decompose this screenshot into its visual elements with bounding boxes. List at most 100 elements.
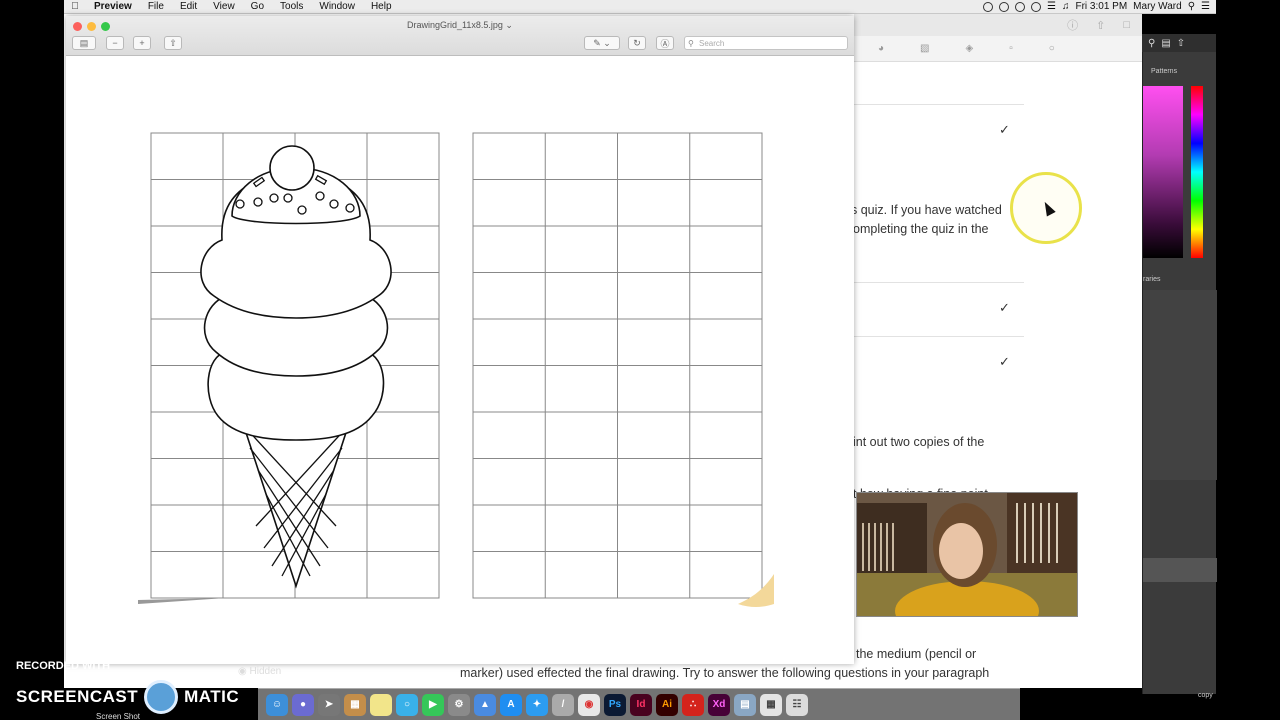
launchpad-icon[interactable]: ●: [292, 693, 314, 716]
markup-pen-button[interactable]: ✎ ⌄: [584, 36, 620, 50]
app-store-icon[interactable]: A: [500, 693, 522, 716]
eye-off-icon: ◉: [238, 666, 247, 677]
libraries-tab[interactable]: raries: [1143, 276, 1161, 283]
toolbar-icon-3[interactable]: ◈: [966, 43, 974, 54]
finder-icon[interactable]: ☺: [266, 693, 288, 716]
chrome-icon[interactable]: ◉: [578, 693, 600, 716]
watermark-right: MATIC: [184, 687, 240, 706]
status-record-icon[interactable]: [983, 1, 994, 12]
stickies-icon[interactable]: [370, 693, 392, 716]
menu-edit[interactable]: Edit: [172, 1, 205, 12]
page-text-line: the medium (pencil or: [856, 647, 977, 661]
status-bookmark-icon[interactable]: [1015, 1, 1026, 12]
menu-clock[interactable]: Fri 3:01 PM: [1075, 1, 1127, 12]
preferences-icon[interactable]: ⚙: [448, 693, 470, 716]
sprinkle: [329, 199, 339, 209]
browser-tabs-icon[interactable]: □: [1123, 19, 1130, 31]
layout-icon[interactable]: ▤: [1161, 38, 1170, 49]
webcam-image: [857, 493, 1077, 616]
apple-menu-icon[interactable]: : [64, 1, 86, 12]
browser-info-icon[interactable]: ⓘ: [1067, 17, 1078, 33]
browser-toolbar: ◕ ▧ ◈ ▫ ○: [854, 36, 1142, 62]
menu-bar:  Preview File Edit View Go Tools Window…: [64, 0, 1216, 14]
status-sync-icon[interactable]: [999, 1, 1010, 12]
desktop-copy-label[interactable]: copy: [1198, 692, 1213, 699]
photoshop-icon[interactable]: Ps: [604, 693, 626, 716]
notes-icon[interactable]: ▦: [344, 693, 366, 716]
sprinkle: [235, 199, 245, 209]
share-button[interactable]: ⇧: [164, 36, 182, 50]
checkmark-icon: ✓: [999, 122, 1010, 137]
browser-tab-strip: ⓘ ⇧ □: [854, 14, 1142, 36]
color-field[interactable]: [1143, 86, 1183, 258]
keynote-icon[interactable]: ▲: [474, 693, 496, 716]
document-canvas: [66, 56, 854, 664]
spotlight-icon[interactable]: ⚲: [1188, 1, 1195, 12]
volume-icon[interactable]: ♫: [1062, 1, 1070, 12]
hidden-label: ◉ Hidden: [238, 666, 281, 677]
checkmark-icon: ✓: [999, 300, 1010, 315]
divider: [854, 336, 1024, 337]
menu-tools[interactable]: Tools: [272, 1, 311, 12]
search-icon[interactable]: ⚲: [1148, 38, 1155, 49]
preview-app-icon[interactable]: ▤: [734, 693, 756, 716]
menu-help[interactable]: Help: [363, 1, 400, 12]
sprinkle: [283, 193, 293, 203]
sprinkle: [269, 193, 279, 203]
messages-icon[interactable]: ○: [396, 693, 418, 716]
menu-file[interactable]: File: [140, 1, 172, 12]
browser-share-icon[interactable]: ⇧: [1096, 19, 1105, 32]
hue-slider[interactable]: [1191, 86, 1203, 258]
menu-view[interactable]: View: [205, 1, 243, 12]
share-icon[interactable]: ⇧: [1177, 38, 1185, 49]
drawing-grid-image: [138, 132, 774, 607]
hidden-label-text: Hidden: [249, 666, 282, 677]
airplay-icon[interactable]: [1031, 1, 1042, 12]
preview-window: DrawingGrid_11x8.5.jpg ⌄ ▤ − + ⇧ ✎ ⌄ ↻ Ⓐ…: [66, 16, 854, 664]
acrobat-icon[interactable]: ∴: [682, 693, 704, 716]
libraries-panel: [1143, 290, 1217, 480]
pencil-icon[interactable]: /: [552, 693, 574, 716]
toolbar-icon-1[interactable]: ◕: [878, 43, 884, 54]
person-face: [939, 523, 983, 579]
menu-window[interactable]: Window: [311, 1, 363, 12]
preview-titlebar: DrawingGrid_11x8.5.jpg ⌄ ▤ − + ⇧ ✎ ⌄ ↻ Ⓐ…: [66, 16, 854, 56]
page-text-line: ompleting the quiz in the: [853, 222, 989, 236]
toolbar-icon-5[interactable]: ○: [1049, 43, 1055, 54]
menu-user[interactable]: Mary Ward: [1133, 1, 1182, 12]
page-shadow: [138, 598, 226, 604]
markup-toolbar-button[interactable]: Ⓐ: [656, 36, 674, 50]
zoom-in-button[interactable]: +: [133, 36, 151, 50]
downloads-icon[interactable]: ▦: [760, 693, 782, 716]
trash-icon[interactable]: ☷: [786, 693, 808, 716]
page-text-line: s quiz. If you have watched: [851, 203, 1002, 217]
wifi-icon[interactable]: ☰: [1047, 1, 1056, 12]
notifications-icon[interactable]: ☰: [1201, 1, 1210, 12]
sidebar-toggle-button[interactable]: ▤: [72, 36, 96, 50]
sprinkle: [297, 205, 307, 215]
rocket-icon[interactable]: ➤: [318, 693, 340, 716]
menu-app-name[interactable]: Preview: [86, 1, 140, 12]
page-text-line: int out two copies of the: [853, 435, 985, 449]
color-panel: Patterns raries: [1142, 34, 1217, 694]
facetime-icon[interactable]: ▶: [422, 693, 444, 716]
search-field[interactable]: ⚲ Search: [684, 36, 848, 50]
page-text-line: marker) used effected the final drawing.…: [460, 666, 990, 680]
menu-go[interactable]: Go: [243, 1, 272, 12]
toolbar-icon-2[interactable]: ▧: [920, 43, 929, 54]
screencast-logo-icon: [144, 680, 179, 714]
desktop-screenshot-label[interactable]: Screen Shot: [96, 712, 140, 720]
panel-row[interactable]: [1143, 558, 1217, 582]
toolbar-icon-4[interactable]: ▫: [1009, 43, 1013, 54]
illustrator-icon[interactable]: Ai: [656, 693, 678, 716]
zoom-out-button[interactable]: −: [106, 36, 124, 50]
webcam-overlay: [856, 492, 1078, 617]
sprinkle: [345, 203, 355, 213]
xd-icon[interactable]: Xd: [708, 693, 730, 716]
rotate-button[interactable]: ↻: [628, 36, 646, 50]
indesign-icon[interactable]: Id: [630, 693, 652, 716]
safari-icon[interactable]: ✦: [526, 693, 548, 716]
divider: [854, 104, 1024, 105]
document-title-text: DrawingGrid_11x8.5.jpg: [407, 20, 503, 30]
patterns-tab[interactable]: Patterns: [1151, 68, 1177, 75]
